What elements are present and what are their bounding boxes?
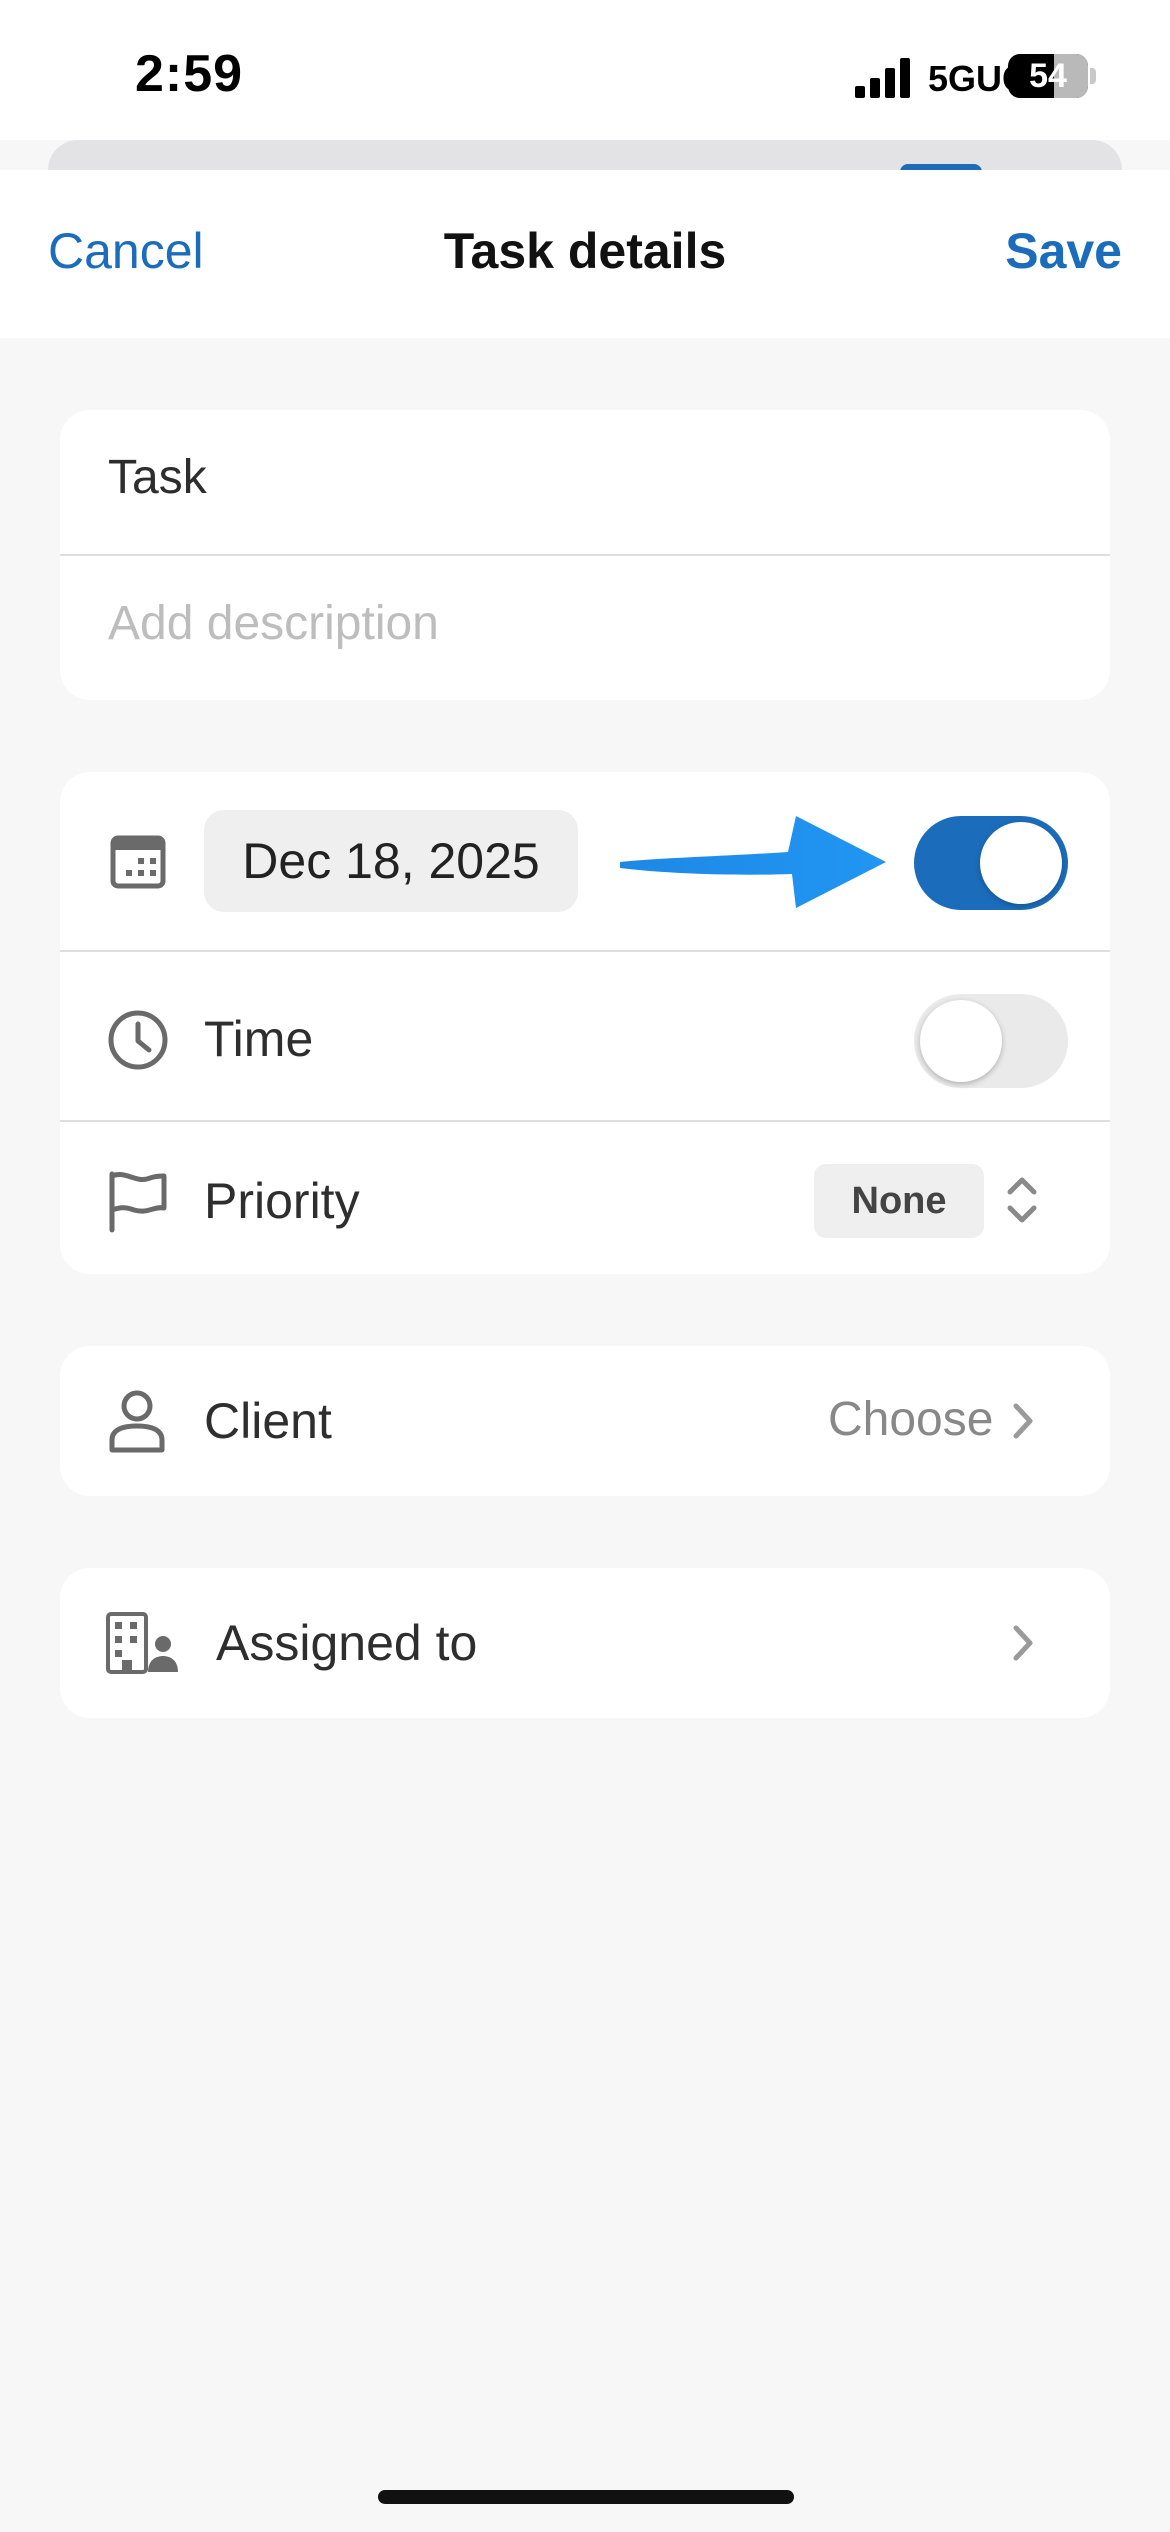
toggle-knob [920,1000,1002,1082]
task-title-input[interactable]: Task [108,450,207,505]
battery-icon: 54 [1008,54,1088,98]
task-card: Task Add description [60,410,1110,700]
calendar-icon [110,835,166,889]
chevron-right-icon [1013,1625,1033,1661]
person-icon [109,1390,165,1453]
battery-level: 54 [1029,57,1067,95]
chevron-updown-icon[interactable] [1002,1170,1042,1230]
date-toggle[interactable] [914,816,1068,910]
assigned-to-label: Assigned to [216,1615,478,1671]
status-time: 2:59 [135,45,244,103]
battery-tip [1090,68,1096,84]
assigned-to-row[interactable]: Assigned to [60,1568,1110,1718]
flag-icon [109,1171,167,1233]
clock-icon [108,1010,168,1070]
building-person-icon [106,1612,178,1674]
annotation-arrow-icon [620,816,886,908]
cancel-button[interactable]: Cancel [48,222,204,280]
due-date-picker[interactable]: Dec 18, 2025 [204,810,578,912]
time-label: Time [204,1011,314,1067]
schedule-card: Dec 18, 2025 Time Priority None [60,772,1110,1274]
time-toggle[interactable] [914,994,1068,1088]
chevron-right-icon [1013,1403,1033,1439]
priority-label: Priority [204,1173,360,1229]
toggle-knob [980,822,1062,904]
priority-select[interactable]: None [814,1164,984,1238]
divider [60,950,1110,952]
client-value: Choose [828,1393,994,1446]
client-label: Client [204,1393,332,1449]
client-row[interactable]: Client Choose [60,1346,1110,1496]
description-input[interactable]: Add description [108,596,439,651]
save-button[interactable]: Save [1005,222,1122,280]
divider [60,554,1110,556]
signal-icon [855,58,910,98]
home-indicator[interactable] [378,2490,794,2504]
divider [60,1120,1110,1122]
